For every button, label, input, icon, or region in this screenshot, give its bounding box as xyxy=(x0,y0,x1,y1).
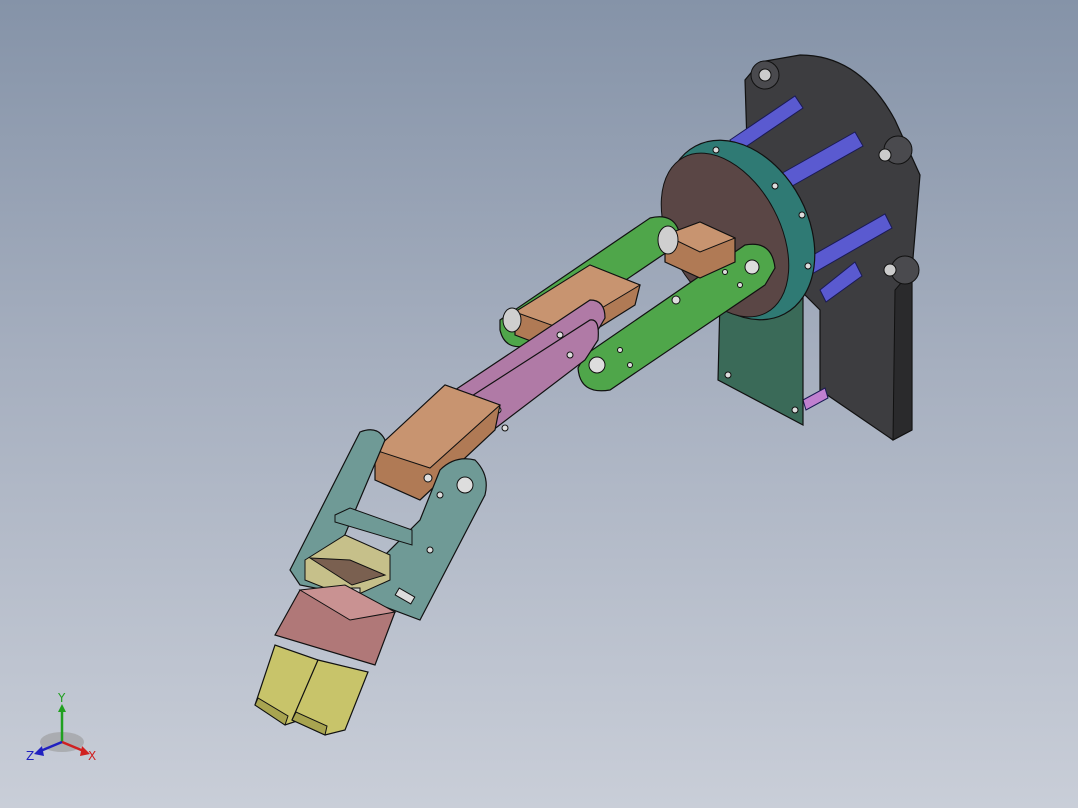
robot-arm-model[interactable] xyxy=(254,54,921,736)
cad-viewport[interactable] xyxy=(0,0,1078,808)
y-axis-label: Y xyxy=(57,691,66,705)
z-axis-arrow xyxy=(34,746,44,756)
gripper-fingers[interactable] xyxy=(254,644,369,736)
x-axis-label: X xyxy=(88,749,96,763)
y-axis-arrow xyxy=(58,704,66,712)
z-axis-label: Z xyxy=(26,749,34,763)
axis-triad: Y X Z xyxy=(26,691,96,763)
